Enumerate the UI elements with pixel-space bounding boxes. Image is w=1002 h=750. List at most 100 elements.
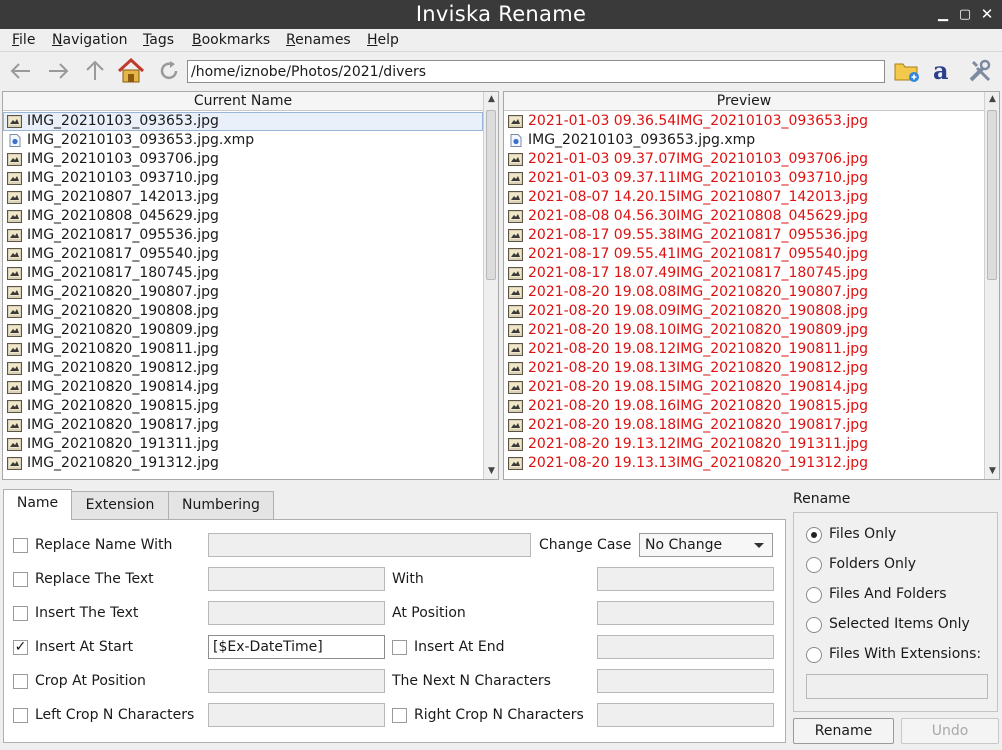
list-item[interactable]: 2021-08-20 19.13.13IMG_20210820_191312.j… <box>504 454 984 473</box>
at-position-field[interactable] <box>597 601 774 625</box>
close-icon[interactable]: ✕ <box>976 0 998 29</box>
list-item[interactable]: IMG_20210820_190815.jpg <box>3 397 483 416</box>
list-item[interactable]: IMG_20210820_190817.jpg <box>3 416 483 435</box>
files-with-extensions-radio[interactable] <box>806 647 822 663</box>
path-input[interactable] <box>187 60 885 83</box>
tab-name[interactable]: Name <box>3 489 72 520</box>
scroll-down-icon[interactable]: ▼ <box>985 464 999 479</box>
menu-renames[interactable]: Renames <box>286 31 351 49</box>
list-item[interactable]: 2021-08-20 19.08.12IMG_20210820_190811.j… <box>504 340 984 359</box>
scroll-thumb[interactable] <box>987 110 997 280</box>
list-item[interactable]: IMG_20210820_190807.jpg <box>3 283 483 302</box>
preview-header[interactable]: Preview <box>504 92 984 111</box>
selected-items-label[interactable]: Selected Items Only <box>829 615 970 633</box>
undo-button[interactable]: Undo <box>901 718 999 744</box>
right-crop-checkbox[interactable] <box>392 708 407 723</box>
list-item[interactable]: 2021-08-20 19.08.13IMG_20210820_190812.j… <box>504 359 984 378</box>
preview-list[interactable]: Preview 2021-01-03 09.36.54IMG_20210103_… <box>503 91 1000 480</box>
refresh-icon[interactable] <box>154 56 184 86</box>
minimize-icon[interactable]: ▁ <box>932 0 954 29</box>
right-crop-field[interactable] <box>597 703 774 727</box>
tab-extension[interactable]: Extension <box>71 491 169 519</box>
list-item[interactable]: 2021-08-20 19.08.18IMG_20210820_190817.j… <box>504 416 984 435</box>
extensions-field[interactable] <box>806 674 988 699</box>
folders-only-label[interactable]: Folders Only <box>829 555 916 573</box>
current-name-header[interactable]: Current Name <box>3 92 483 111</box>
with-field[interactable] <box>597 567 774 591</box>
list-item[interactable]: 2021-08-20 19.08.16IMG_20210820_190815.j… <box>504 397 984 416</box>
list-item[interactable]: 2021-08-17 18.07.49IMG_20210817_180745.j… <box>504 264 984 283</box>
list-item[interactable]: 2021-08-20 19.08.08IMG_20210820_190807.j… <box>504 283 984 302</box>
list-item[interactable]: 2021-08-20 19.08.09IMG_20210820_190808.j… <box>504 302 984 321</box>
files-and-folders-label[interactable]: Files And Folders <box>829 585 947 603</box>
menu-navigation[interactable]: Navigation <box>52 31 128 49</box>
replace-name-checkbox[interactable] <box>13 538 28 553</box>
list-item[interactable]: 2021-08-20 19.08.10IMG_20210820_190809.j… <box>504 321 984 340</box>
up-icon[interactable] <box>80 56 110 86</box>
list-item[interactable]: IMG_20210808_045629.jpg <box>3 207 483 226</box>
list-item[interactable]: IMG_20210103_093653.jpg.xmp <box>504 131 984 150</box>
crop-at-position-field[interactable] <box>208 669 385 693</box>
list-item[interactable]: IMG_20210103_093653.jpg <box>3 112 483 131</box>
change-case-select[interactable]: No Change <box>639 533 773 557</box>
list-item[interactable]: 2021-08-17 09.55.41IMG_20210817_095540.j… <box>504 245 984 264</box>
list-item[interactable]: 2021-01-03 09.37.11IMG_20210103_093710.j… <box>504 169 984 188</box>
list-item[interactable]: IMG_20210807_142013.jpg <box>3 188 483 207</box>
scroll-up-icon[interactable]: ▲ <box>985 92 999 107</box>
list-item[interactable]: IMG_20210103_093706.jpg <box>3 150 483 169</box>
font-case-icon[interactable]: a <box>928 56 958 86</box>
menu-bookmarks[interactable]: Bookmarks <box>192 31 270 49</box>
list-item[interactable]: IMG_20210820_190811.jpg <box>3 340 483 359</box>
scroll-down-icon[interactable]: ▼ <box>484 464 498 479</box>
list-item[interactable]: IMG_20210820_190809.jpg <box>3 321 483 340</box>
left-crop-checkbox[interactable] <box>13 708 28 723</box>
current-name-list[interactable]: Current Name IMG_20210103_093653.jpg IMG_… <box>2 91 499 480</box>
replace-text-checkbox[interactable] <box>13 572 28 587</box>
files-only-label[interactable]: Files Only <box>829 525 896 543</box>
insert-text-field[interactable] <box>208 601 385 625</box>
list-item[interactable]: IMG_20210820_191311.jpg <box>3 435 483 454</box>
tab-numbering[interactable]: Numbering <box>168 491 274 519</box>
list-item[interactable]: IMG_20210817_180745.jpg <box>3 264 483 283</box>
list-item[interactable]: 2021-08-07 14.20.15IMG_20210807_142013.j… <box>504 188 984 207</box>
forward-icon[interactable] <box>43 56 73 86</box>
folders-only-radio[interactable] <box>806 557 822 573</box>
list-item[interactable]: IMG_20210103_093710.jpg <box>3 169 483 188</box>
files-and-folders-radio[interactable] <box>806 587 822 603</box>
menu-tags[interactable]: Tags <box>143 31 174 49</box>
insert-text-checkbox[interactable] <box>13 606 28 621</box>
back-icon[interactable] <box>6 56 36 86</box>
preview-list-scrollbar[interactable]: ▲ ▼ <box>984 92 999 479</box>
list-item[interactable]: IMG_20210103_093653.jpg.xmp <box>3 131 483 150</box>
maximize-icon[interactable]: ▢ <box>954 0 976 29</box>
files-only-radio[interactable] <box>806 527 822 543</box>
list-item[interactable]: IMG_20210817_095536.jpg <box>3 226 483 245</box>
open-folder-icon[interactable] <box>892 56 922 86</box>
list-item[interactable]: 2021-01-03 09.37.07IMG_20210103_093706.j… <box>504 150 984 169</box>
list-item[interactable]: 2021-08-20 19.13.12IMG_20210820_191311.j… <box>504 435 984 454</box>
crop-at-position-checkbox[interactable] <box>13 674 28 689</box>
insert-at-end-checkbox[interactable] <box>392 640 407 655</box>
menu-file[interactable]: File <box>12 31 35 49</box>
rename-button[interactable]: Rename <box>793 718 894 744</box>
list-item[interactable]: 2021-01-03 09.36.54IMG_20210103_093653.j… <box>504 112 984 131</box>
replace-text-field[interactable] <box>208 567 385 591</box>
settings-tools-icon[interactable] <box>965 56 995 86</box>
left-crop-field[interactable] <box>208 703 385 727</box>
current-list-scrollbar[interactable]: ▲ ▼ <box>483 92 498 479</box>
list-item[interactable]: IMG_20210817_095540.jpg <box>3 245 483 264</box>
list-item[interactable]: 2021-08-17 09.55.38IMG_20210817_095536.j… <box>504 226 984 245</box>
home-icon[interactable] <box>116 56 146 86</box>
replace-name-field[interactable] <box>208 533 531 557</box>
selected-items-radio[interactable] <box>806 617 822 633</box>
menu-help[interactable]: Help <box>367 31 399 49</box>
next-n-characters-field[interactable] <box>597 669 774 693</box>
scroll-thumb[interactable] <box>486 110 496 280</box>
files-with-extensions-label[interactable]: Files With Extensions: <box>829 645 981 663</box>
insert-at-start-field[interactable]: [$Ex-DateTime] <box>208 635 385 659</box>
scroll-up-icon[interactable]: ▲ <box>484 92 498 107</box>
list-item[interactable]: 2021-08-20 19.08.15IMG_20210820_190814.j… <box>504 378 984 397</box>
list-item[interactable]: IMG_20210820_191312.jpg <box>3 454 483 473</box>
insert-at-end-field[interactable] <box>597 635 774 659</box>
list-item[interactable]: IMG_20210820_190814.jpg <box>3 378 483 397</box>
